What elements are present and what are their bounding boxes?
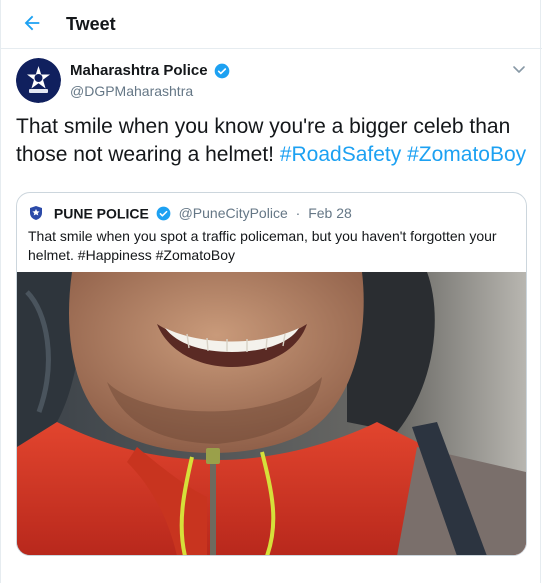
chevron-down-icon[interactable] [510,63,528,77]
author-handle[interactable]: @DGPMaharashtra [70,83,230,99]
pune-police-avatar [30,206,42,221]
verified-badge-icon [214,63,230,79]
author-name[interactable]: Maharashtra Police [70,62,208,79]
hashtag-link[interactable]: #ZomatoBoy [407,143,526,166]
quoted-tweet[interactable]: PUNE POLICE @PuneCityPolice · Feb 28 Tha… [16,192,527,556]
quoted-tweet-date: Feb 28 [308,205,352,222]
quoted-tweet-header: PUNE POLICE @PuneCityPolice · Feb 28 [28,204,352,221]
verified-badge-icon [156,206,171,221]
avatar[interactable] [16,58,61,103]
tweet-text: That smile when you know you're a bigger… [16,113,531,169]
hashtag-link[interactable]: #RoadSafety [280,143,401,166]
page-header: Tweet [1,0,542,49]
page-title: Tweet [66,14,116,34]
quoted-author-name: PUNE POLICE [53,205,149,222]
quoted-tweet-photo [17,272,526,555]
tweet-author: Maharashtra Police @DGPMaharashtra [70,62,230,99]
tweet-page: Tweet Maharashtra Police @DGPMaharashtra… [0,0,542,583]
arrow-left-icon[interactable] [21,12,43,34]
quoted-author-handle: @PuneCityPolice [178,205,288,222]
quoted-tweet-text: That smile when you spot a traffic polic… [28,228,497,263]
meta-separator: · [295,205,301,222]
